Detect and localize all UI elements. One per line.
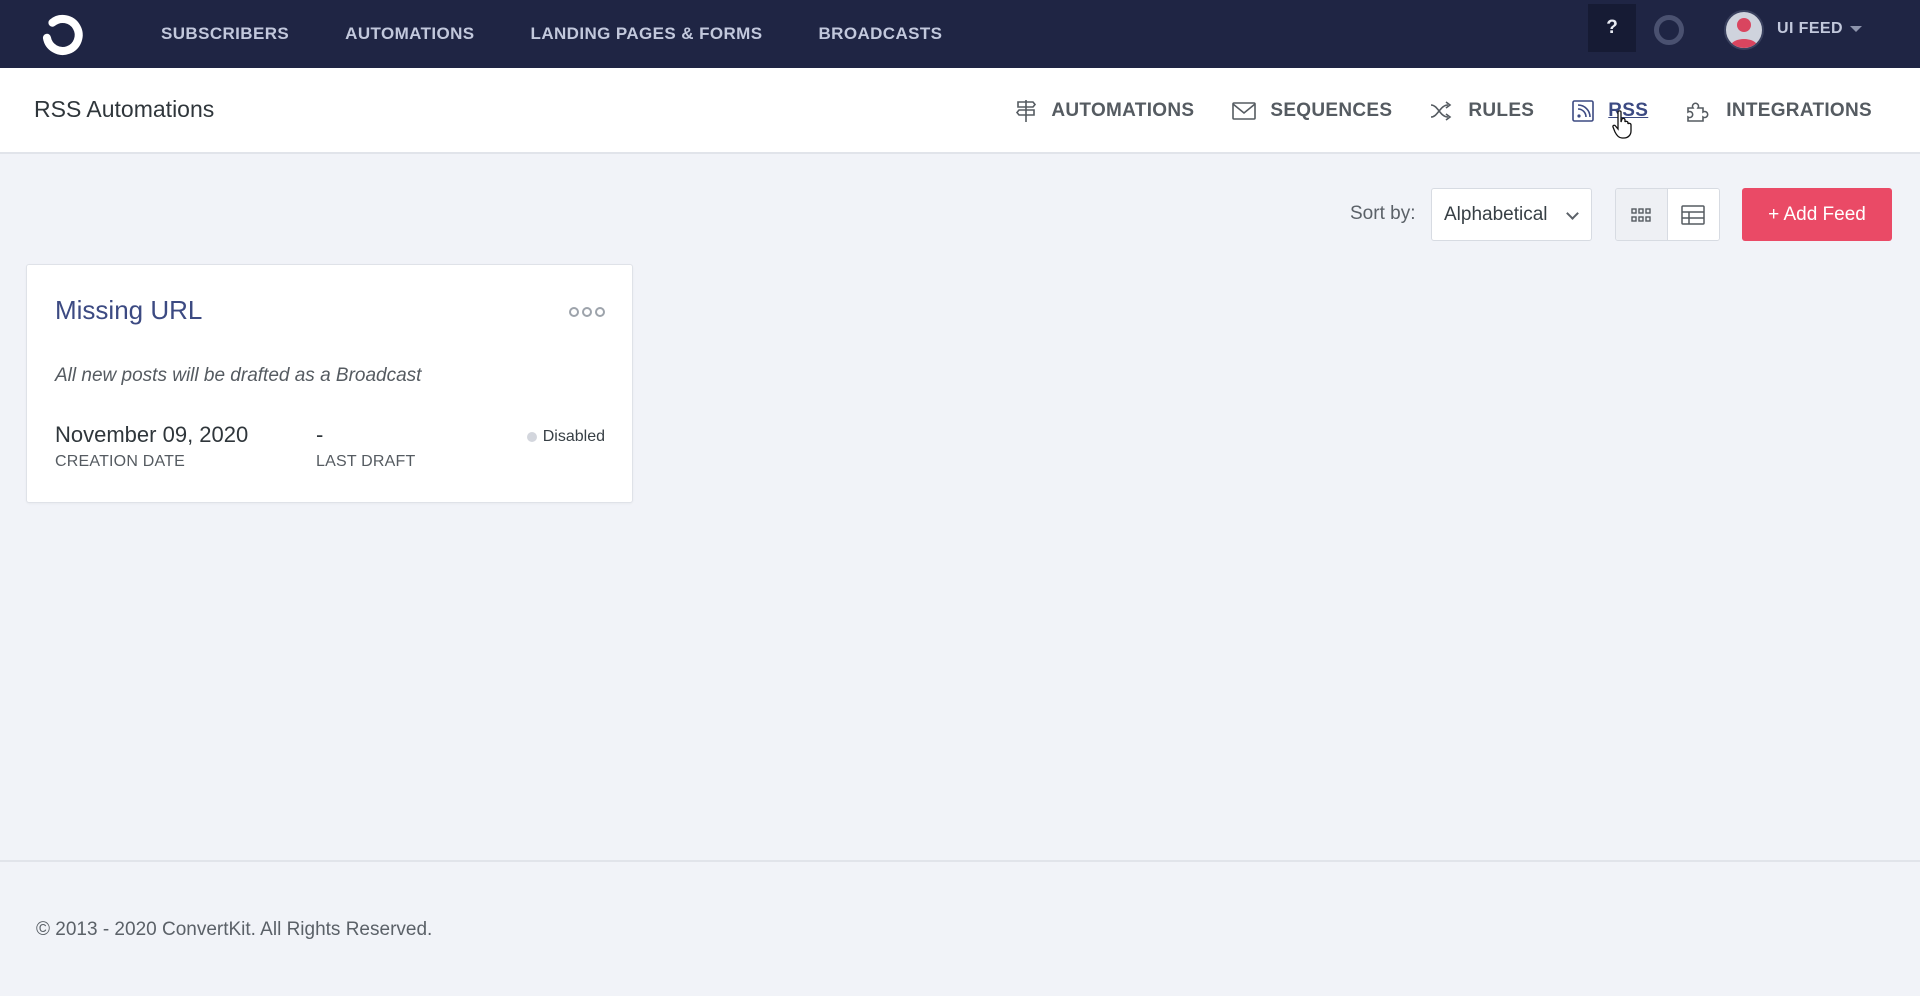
status-badge: Disabled [526,428,605,446]
last-draft-value: - [316,422,324,447]
automation-tabs: AUTOMATIONS SEQUENCES RULES RSS INTEGRAT… [977,68,1872,154]
status-dot-icon [526,432,537,442]
tab-rules-label: RULES [1468,100,1535,121]
last-draft-label: LAST DRAFT [316,453,416,470]
user-menu[interactable]: UI FEED [1777,20,1862,38]
feed-description: All new posts will be drafted as a Broad… [55,365,422,386]
envelope-icon [1232,102,1257,120]
add-feed-button[interactable]: + Add Feed [1742,188,1892,241]
user-silhouette-icon [1730,18,1758,48]
table-view-button[interactable] [1667,189,1719,240]
tab-integrations[interactable]: INTEGRATIONS [1686,99,1872,123]
caret-down-icon [1849,26,1862,32]
sort-select[interactable]: Alphabetical [1431,188,1592,241]
nav-broadcasts[interactable]: BROADCASTS [818,24,942,44]
status-text: Disabled [542,428,605,445]
grid-view-button[interactable] [1616,189,1668,240]
view-mode-toggle [1615,188,1720,241]
sub-header: RSS Automations AUTOMATIONS SEQUENCES RU… [0,68,1920,154]
tab-sequences-label: SEQUENCES [1270,100,1393,121]
puzzle-icon [1687,102,1709,122]
help-button[interactable]: ? [1588,4,1636,52]
creation-date-value: November 09, 2020 [55,422,249,447]
creation-date-label: CREATION DATE [55,453,186,470]
tab-automations-label: AUTOMATIONS [1051,100,1195,121]
chevron-down-icon [1566,207,1579,220]
nav-automations[interactable]: AUTOMATIONS [345,24,474,44]
shuffle-icon [1431,101,1452,121]
tab-rss-label: RSS [1608,100,1649,121]
user-avatar[interactable] [1724,10,1764,50]
feed-title[interactable]: Missing URL [55,295,202,326]
loading-spinner-icon [1654,15,1684,45]
feed-card: Missing URL All new posts will be drafte… [26,264,633,503]
table-icon [1681,204,1705,225]
signpost-icon [1016,100,1037,122]
tab-rules[interactable]: RULES [1430,100,1534,122]
tab-integrations-label: INTEGRATIONS [1726,100,1872,121]
nav-landing-pages-forms[interactable]: LANDING PAGES & FORMS [531,24,763,44]
tab-rss[interactable]: RSS [1572,100,1648,122]
user-name: UI FEED [1777,20,1843,37]
tab-sequences[interactable]: SEQUENCES [1232,100,1392,122]
main-nav: SUBSCRIBERS AUTOMATIONS LANDING PAGES & … [161,0,998,68]
rss-icon [1572,100,1595,122]
nav-subscribers[interactable]: SUBSCRIBERS [161,24,289,44]
grid-icon [1631,207,1651,222]
sort-label: Sort by: [1350,203,1416,224]
footer-divider [0,860,1920,862]
page-title: RSS Automations [34,96,215,122]
top-navbar: SUBSCRIBERS AUTOMATIONS LANDING PAGES & … [0,0,1920,68]
convertkit-logo-icon[interactable] [34,8,86,60]
footer-copyright: © 2013 - 2020 ConvertKit. All Rights Res… [36,919,433,940]
tab-automations[interactable]: AUTOMATIONS [1015,99,1194,123]
sort-selected-value: Alphabetical [1444,203,1548,225]
more-options-icon[interactable] [566,307,605,317]
